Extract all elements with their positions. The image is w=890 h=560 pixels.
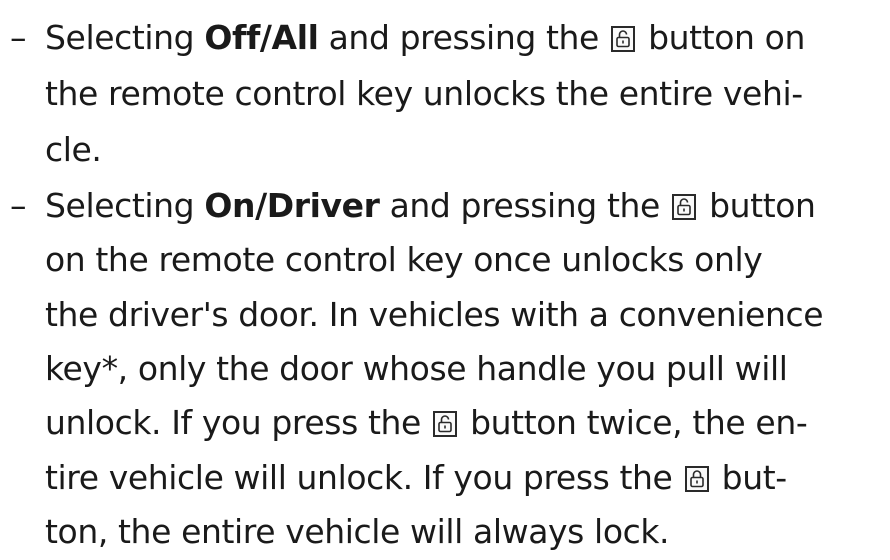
text-line-5: unlock. If you press the button twice, t… [45,395,808,451]
lock-key-icon [684,466,709,492]
text-line-4: key*, only the door whose handle you pul… [45,349,788,388]
text-line-3: the driver's door. In vehicles with a co… [45,295,824,334]
list-dash: – [10,186,27,225]
manual-excerpt: – Selecting Off/All and pressing the but… [0,0,890,551]
text-line-2: on the remote control key once unlocks o… [45,240,763,279]
text-line-1: Selecting Off/All and pressing the butto… [45,10,805,66]
text-segment: unlock. If you press the [45,403,432,442]
text-line-3: cle. [45,130,102,169]
list-dash: – [10,18,27,57]
text-segment: and pressing the [379,186,670,225]
text-segment: tire vehicle will unlock. If you press t… [45,458,683,497]
unlock-key-icon [672,194,696,220]
text-segment: but- [711,458,788,497]
text-segment: Selecting [45,18,205,57]
text-line-1: Selecting On/Driver and pressing the but… [45,178,816,234]
setting-off-all-label: Off/All [204,18,319,57]
unlock-key-icon [433,411,458,437]
text-line-6: tire vehicle will unlock. If you press t… [45,450,787,506]
unlock-key-icon [611,26,636,52]
setting-on-driver-label: On/Driver [204,186,380,225]
text-segment: button [699,186,816,225]
text-segment: and pressing the [318,18,610,57]
text-segment: Selecting [45,186,205,225]
text-line-2: the remote control key unlocks the entir… [45,74,803,113]
text-segment: button twice, the en- [460,403,808,442]
text-segment: button on [638,18,805,57]
text-line-7: ton, the entire vehicle will always lock… [45,512,670,551]
